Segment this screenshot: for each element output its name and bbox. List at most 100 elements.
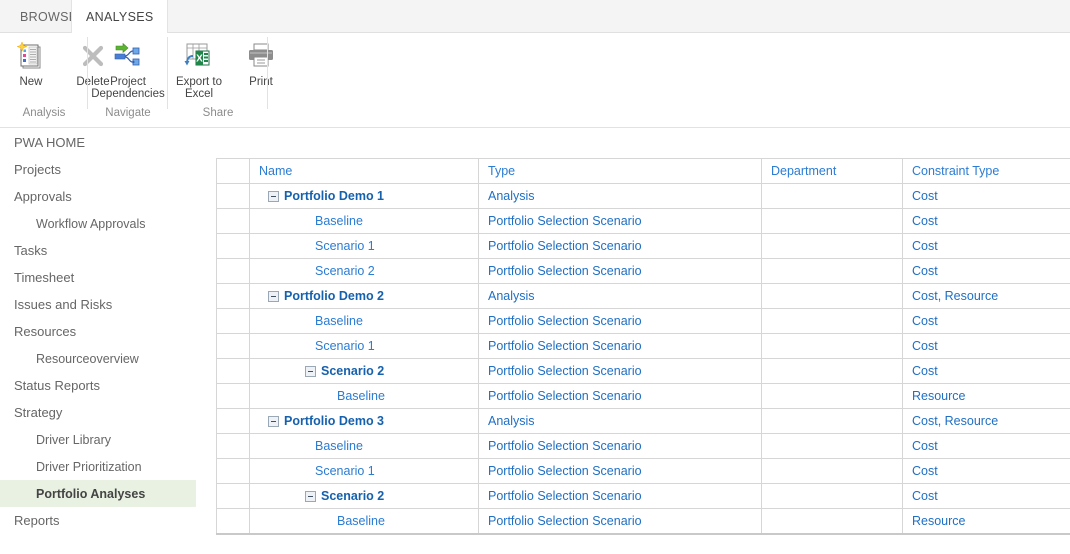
sidebar-item-workflow-approvals[interactable]: Workflow Approvals (0, 210, 196, 237)
row-constraint-type[interactable]: Cost (912, 239, 938, 253)
tab-analyses[interactable]: ANALYSES (71, 0, 169, 34)
row-select-cell[interactable] (216, 508, 250, 535)
row-name-link[interactable]: Portfolio Demo 3 (284, 414, 384, 428)
sidebar-item-portfolio-analyses[interactable]: Portfolio Analyses (0, 480, 196, 507)
collapse-minus-icon[interactable] (305, 365, 316, 377)
collapse-minus-icon[interactable] (268, 290, 279, 302)
row-select-cell[interactable] (216, 408, 250, 434)
column-header-department[interactable]: Department (761, 158, 903, 184)
row-constraint-type[interactable]: Cost (912, 489, 938, 503)
row-type-link[interactable]: Analysis (488, 289, 535, 303)
sidebar-item-projects[interactable]: Projects (0, 156, 196, 183)
sidebar-item-resources[interactable]: Resources (0, 318, 196, 345)
sidebar-item-pwa-home[interactable]: PWA HOME (0, 129, 196, 156)
row-select-cell[interactable] (216, 458, 250, 484)
row-constraint-type[interactable]: Resource (912, 389, 966, 403)
row-type-link[interactable]: Analysis (488, 414, 535, 428)
table-row[interactable]: Baseline Portfolio Selection Scenario Cost (216, 208, 1070, 234)
row-type-link[interactable]: Portfolio Selection Scenario (488, 264, 642, 278)
row-select-cell[interactable] (216, 308, 250, 334)
table-row[interactable]: Scenario 2 Portfolio Selection Scenario Co… (216, 358, 1070, 384)
sidebar-item-tasks[interactable]: Tasks (0, 237, 196, 264)
table-row[interactable]: Baseline Portfolio Selection Scenario Cost (216, 308, 1070, 334)
export-to-excel-button[interactable]: X Export to Excel (168, 33, 230, 100)
row-constraint-type[interactable]: Resource (912, 514, 966, 528)
collapse-minus-icon[interactable] (268, 415, 279, 427)
collapse-minus-icon[interactable] (305, 490, 316, 502)
row-type-link[interactable]: Portfolio Selection Scenario (488, 339, 642, 353)
row-name-link[interactable]: Scenario 2 (315, 264, 375, 278)
row-type-link[interactable]: Portfolio Selection Scenario (488, 439, 642, 453)
row-select-cell[interactable] (216, 333, 250, 359)
row-constraint-type[interactable]: Cost (912, 364, 938, 378)
sidebar-item-driver-library[interactable]: Driver Library (0, 426, 196, 453)
row-type-link[interactable]: Portfolio Selection Scenario (488, 464, 642, 478)
row-type-link[interactable]: Portfolio Selection Scenario (488, 389, 642, 403)
row-constraint-type[interactable]: Cost (912, 464, 938, 478)
project-dependencies-button[interactable]: Project Dependencies (89, 33, 167, 100)
row-constraint-type[interactable]: Cost, Resource (912, 289, 998, 303)
row-name-link[interactable]: Scenario 2 (321, 489, 384, 503)
row-name-link[interactable]: Baseline (337, 389, 385, 403)
column-header-type[interactable]: Type (478, 158, 762, 184)
table-row[interactable]: Portfolio Demo 2 Analysis Cost, Resource (216, 283, 1070, 309)
row-select-cell[interactable] (216, 258, 250, 284)
row-name-link[interactable]: Baseline (315, 214, 363, 228)
row-type-link[interactable]: Portfolio Selection Scenario (488, 514, 642, 528)
sidebar-item-issues-and-risks[interactable]: Issues and Risks (0, 291, 196, 318)
row-constraint-type[interactable]: Cost (912, 339, 938, 353)
table-row[interactable]: Portfolio Demo 1 Analysis Cost (216, 183, 1070, 209)
sidebar-item-timesheet[interactable]: Timesheet (0, 264, 196, 291)
collapse-minus-icon[interactable] (268, 190, 279, 202)
column-header-constraint-type[interactable]: Constraint Type (902, 158, 1070, 184)
row-name-link[interactable]: Scenario 1 (315, 339, 375, 353)
row-constraint-type[interactable]: Cost (912, 314, 938, 328)
table-row[interactable]: Scenario 1 Portfolio Selection Scenario Co… (216, 233, 1070, 259)
row-select-cell[interactable] (216, 433, 250, 459)
table-row[interactable]: Baseline Portfolio Selection Scenario Reso… (216, 508, 1070, 535)
sidebar-item-driver-prioritization[interactable]: Driver Prioritization (0, 453, 196, 480)
row-type-link[interactable]: Portfolio Selection Scenario (488, 364, 642, 378)
row-name-link[interactable]: Portfolio Demo 2 (284, 289, 384, 303)
table-row[interactable]: Baseline Portfolio Selection Scenario Reso… (216, 383, 1070, 409)
row-type-link[interactable]: Analysis (488, 189, 535, 203)
row-name-link[interactable]: Scenario 2 (321, 364, 384, 378)
row-name-link[interactable]: Scenario 1 (315, 239, 375, 253)
row-name-link[interactable]: Baseline (315, 439, 363, 453)
table-row[interactable]: Scenario 1 Portfolio Selection Scenario Co… (216, 333, 1070, 359)
row-constraint-type[interactable]: Cost (912, 264, 938, 278)
row-name-link[interactable]: Portfolio Demo 1 (284, 189, 384, 203)
row-select-cell[interactable] (216, 183, 250, 209)
table-row[interactable]: Scenario 1 Portfolio Selection Scenario Co… (216, 458, 1070, 484)
row-type-link[interactable]: Portfolio Selection Scenario (488, 489, 642, 503)
row-name-link[interactable]: Scenario 1 (315, 464, 375, 478)
row-constraint-type[interactable]: Cost (912, 214, 938, 228)
row-select-cell[interactable] (216, 383, 250, 409)
print-button[interactable]: Print (230, 33, 292, 88)
row-select-cell[interactable] (216, 233, 250, 259)
table-row[interactable]: Baseline Portfolio Selection Scenario Cost (216, 433, 1070, 459)
table-row[interactable]: Scenario 2 Portfolio Selection Scenario Co… (216, 258, 1070, 284)
sidebar-item-approvals[interactable]: Approvals (0, 183, 196, 210)
row-select-cell[interactable] (216, 208, 250, 234)
row-select-cell[interactable] (216, 358, 250, 384)
row-select-cell[interactable] (216, 483, 250, 509)
row-constraint-type[interactable]: Cost, Resource (912, 414, 998, 428)
row-type-link[interactable]: Portfolio Selection Scenario (488, 214, 642, 228)
table-row[interactable]: Portfolio Demo 3 Analysis Cost, Resource (216, 408, 1070, 434)
sidebar-item-reports[interactable]: Reports (0, 507, 196, 534)
table-row[interactable]: Scenario 2 Portfolio Selection Scenario Co… (216, 483, 1070, 509)
sidebar-item-resourceoverview[interactable]: Resourceoverview (0, 345, 196, 372)
row-constraint-type[interactable]: Cost (912, 439, 938, 453)
sidebar-item-strategy[interactable]: Strategy (0, 399, 196, 426)
row-select-cell[interactable] (216, 283, 250, 309)
column-header-select[interactable] (216, 158, 250, 184)
row-name-link[interactable]: Baseline (337, 514, 385, 528)
column-header-name[interactable]: Name (249, 158, 479, 184)
sidebar-item-status-reports[interactable]: Status Reports (0, 372, 196, 399)
row-type-link[interactable]: Portfolio Selection Scenario (488, 314, 642, 328)
row-name-link[interactable]: Baseline (315, 314, 363, 328)
new-button[interactable]: New (0, 33, 62, 88)
row-constraint-type[interactable]: Cost (912, 189, 938, 203)
row-type-link[interactable]: Portfolio Selection Scenario (488, 239, 642, 253)
